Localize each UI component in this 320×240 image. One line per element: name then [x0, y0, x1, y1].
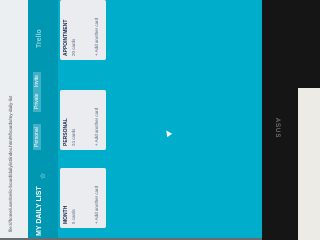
browser-chrome: file:///home/user/trello-board/dailylist…: [0, 0, 28, 238]
add-card-button[interactable]: + Add another card: [94, 4, 99, 56]
trello-logo: Trello: [36, 29, 43, 48]
private-button[interactable]: Private: [33, 90, 41, 112]
add-card-button[interactable]: + Add another card: [94, 172, 99, 224]
board-canvas: MY DAILY LIST ☆ Personal Private Invite …: [28, 0, 270, 238]
list-card-count: 5 cards: [71, 209, 76, 224]
monitor-brand: ASUS: [274, 118, 280, 139]
screen: file:///home/user/trello-board/dailylist…: [0, 0, 270, 238]
address-bar[interactable]: file:///home/user/trello-board/dailylist…: [8, 52, 13, 232]
list-card-count: 24 cards: [71, 128, 76, 146]
mouse-cursor-icon: [163, 128, 173, 138]
list-title: APPOINTMENT: [63, 19, 69, 56]
list-appointment[interactable]: APPOINTMENT 20 cards + Add another card: [60, 0, 106, 60]
visibility-button[interactable]: Personal: [33, 124, 41, 150]
add-card-button[interactable]: + Add another card: [94, 94, 99, 146]
list-month[interactable]: MONTH 5 cards + Add another card: [60, 168, 106, 228]
invite-button[interactable]: Invite: [33, 72, 41, 90]
list-title: MONTH: [63, 205, 69, 224]
list-personal[interactable]: PERSONAL 24 cards + Add another card: [60, 90, 106, 150]
board-header: MY DAILY LIST ☆ Personal Private Invite …: [28, 0, 58, 238]
board-title[interactable]: MY DAILY LIST: [36, 186, 43, 236]
star-icon[interactable]: ☆: [39, 173, 47, 179]
list-title: PERSONAL: [63, 118, 69, 146]
paper-on-desk: [298, 88, 320, 240]
list-card-count: 20 cards: [71, 38, 76, 56]
